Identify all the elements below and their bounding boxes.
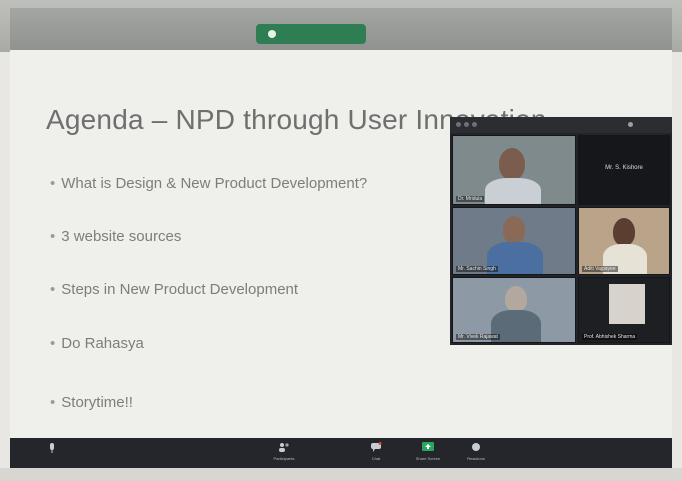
video-tile[interactable]: Dr. Mridula	[452, 135, 576, 205]
more-icon[interactable]	[628, 122, 633, 127]
participant-name: Mr. S. Kishore	[605, 164, 643, 171]
participant-body	[485, 178, 541, 204]
participant-name: Dr. Mridula	[456, 196, 485, 202]
participant-name: Mr. Sachin Singh	[456, 266, 498, 272]
participant-head	[505, 286, 527, 312]
video-tile[interactable]: Mr. Vivek Rajawat	[452, 277, 576, 343]
video-thumbnail	[609, 284, 645, 324]
screen-top-bar	[10, 8, 672, 50]
slide-bullet: • Steps in New Product Development	[50, 281, 299, 298]
share-screen-icon	[422, 442, 434, 451]
bullet-icon: •	[50, 335, 56, 352]
microphone-icon	[50, 443, 54, 453]
video-tile[interactable]: Mr. S. Kishore	[578, 135, 670, 205]
bullet-icon: •	[50, 175, 56, 192]
slide-bullet: • Do Rahasya	[50, 335, 144, 352]
participants-icon	[279, 443, 289, 452]
reactions-icon	[472, 443, 480, 451]
participant-name: Mr. Vivek Rajawat	[456, 334, 500, 340]
participant-head	[503, 216, 525, 244]
participant-name: Prof. Abhishek Sharma	[582, 334, 638, 340]
screen-share-indicator[interactable]	[256, 24, 366, 44]
gallery-header[interactable]	[450, 117, 672, 133]
share-screen-button[interactable]: Share Screen	[406, 442, 450, 461]
slide-bullet: • What is Design & New Product Developmen…	[50, 175, 368, 192]
chat-button[interactable]: Chat	[354, 442, 398, 461]
participants-label: Participants	[273, 456, 295, 461]
chat-icon	[371, 442, 382, 452]
photo-frame-bottom	[0, 468, 682, 481]
participant-name: Aditi Vajpayee	[582, 266, 618, 272]
screen: Agenda – NPD through User Innovation • Wh…	[10, 8, 672, 470]
share-status-icon	[268, 30, 276, 38]
bullet-icon: •	[50, 394, 56, 411]
participant-gallery[interactable]: Dr. Mridula Mr. S. Kishore Mr. Sachin Si…	[450, 117, 672, 345]
video-tile[interactable]: Mr. Sachin Singh	[452, 207, 576, 275]
reactions-label: Reactions	[467, 456, 485, 461]
participant-head	[499, 148, 525, 180]
chat-label: Chat	[371, 456, 381, 461]
participant-head	[613, 218, 635, 246]
reactions-button[interactable]: Reactions	[454, 442, 498, 461]
view-icon[interactable]	[464, 122, 469, 127]
bullet-icon: •	[50, 281, 56, 298]
minimize-icon[interactable]	[456, 122, 461, 127]
shared-slide: Agenda – NPD through User Innovation • Wh…	[10, 50, 672, 438]
video-tile[interactable]: Aditi Vajpayee	[578, 207, 670, 275]
expand-icon[interactable]	[472, 122, 477, 127]
share-screen-label: Share Screen	[415, 456, 441, 461]
participants-button[interactable]: Participants	[262, 442, 306, 461]
bullet-icon: •	[50, 228, 56, 245]
unmute-button[interactable]	[46, 443, 58, 453]
slide-bullet: • 3 website sources	[50, 228, 182, 245]
video-tile[interactable]: Prof. Abhishek Sharma	[578, 277, 670, 343]
slide-bullet: • Storytime!!	[50, 394, 133, 411]
meeting-toolbar: Participants Chat Share Screen Reactions	[10, 438, 672, 470]
